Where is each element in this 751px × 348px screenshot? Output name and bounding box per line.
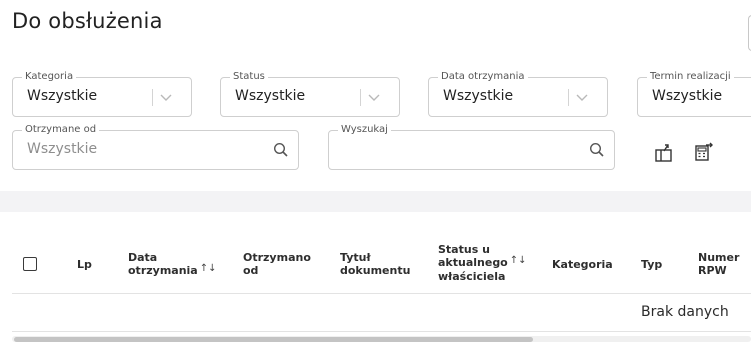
empty-state-text: Brak danych	[641, 304, 729, 320]
sort-icon[interactable]: ↑↓	[510, 255, 527, 266]
wyszukaj-field[interactable]: Wyszukaj	[328, 123, 615, 170]
chevron-down-icon[interactable]	[157, 88, 175, 106]
search-icon[interactable]	[588, 141, 606, 159]
col-lp[interactable]: Lp	[77, 258, 92, 271]
col-typ-label: Typ	[641, 258, 663, 271]
search-icon[interactable]	[272, 141, 290, 159]
wyszukaj-label: Wyszukaj	[338, 123, 391, 137]
termin-realizacji-label: Termin realizacji	[647, 70, 734, 84]
col-data-otrzymania-label: otrzymania	[128, 264, 198, 277]
col-data-otrzymania[interactable]: Data otrzymania ↑↓	[128, 251, 217, 278]
chevron-down-icon[interactable]	[365, 88, 383, 106]
otrzymane-od-placeholder: Wszystkie	[27, 141, 98, 157]
col-lp-label: Lp	[77, 258, 92, 271]
status-value: Wszystkie	[235, 88, 306, 104]
col-tytul-dokumentu[interactable]: Tytuł dokumentu	[340, 251, 410, 277]
col-typ[interactable]: Typ	[641, 258, 662, 271]
status-label: Status	[230, 70, 268, 84]
col-kategoria-label: Kategoria	[552, 258, 613, 271]
chevron-down-icon[interactable]	[573, 88, 591, 106]
select-separator	[152, 89, 153, 106]
otrzymane-od-label: Otrzymane od	[22, 123, 100, 137]
col-numer-line2: RPW	[698, 264, 727, 277]
col-otrzymano-od-line1: Otrzymano	[243, 251, 311, 264]
header-divider	[12, 293, 751, 294]
kategoria-value: Wszystkie	[27, 88, 98, 104]
kategoria-label: Kategoria	[22, 70, 77, 84]
col-status-label: aktualnego	[438, 256, 508, 269]
sort-icon[interactable]: ↑↓	[200, 263, 217, 274]
section-divider	[0, 191, 751, 212]
termin-realizacji-value: Wszystkie	[652, 88, 723, 104]
status-select[interactable]: Status Wszystkie	[220, 70, 400, 117]
scrollbar-thumb[interactable]	[14, 337, 533, 342]
col-otrzymano-od[interactable]: Otrzymano od	[243, 251, 311, 277]
select-separator	[360, 89, 361, 106]
data-otrzymania-select[interactable]: Data otrzymania Wszystkie	[428, 70, 608, 117]
kategoria-select[interactable]: Kategoria Wszystkie	[12, 70, 192, 117]
col-status-line2: aktualnego ↑↓	[438, 255, 527, 270]
col-kategoria[interactable]: Kategoria	[552, 258, 613, 271]
data-otrzymania-label: Data otrzymania	[438, 70, 528, 84]
row-divider	[12, 331, 751, 332]
col-tytul-line2: dokumentu	[340, 264, 411, 277]
export-icon[interactable]	[652, 141, 676, 165]
col-otrzymano-od-line2: od	[243, 264, 259, 277]
termin-realizacji-select[interactable]: Termin realizacji Wszystkie	[637, 70, 751, 117]
select-all-checkbox[interactable]	[23, 257, 37, 271]
col-status-wlasciciela[interactable]: Status u aktualnego ↑↓ właściciela	[438, 243, 527, 283]
otrzymane-od-field[interactable]: Otrzymane od Wszystkie	[12, 123, 299, 170]
col-status-line3: właściciela	[438, 270, 506, 283]
col-numer-line1: Numer	[698, 251, 740, 264]
data-otrzymania-value: Wszystkie	[443, 88, 514, 104]
calculator-export-icon[interactable]	[692, 140, 716, 164]
col-numer-rpw[interactable]: Numer RPW	[698, 251, 739, 277]
col-tytul-line1: Tytuł	[340, 251, 371, 264]
select-separator	[568, 89, 569, 106]
page-title: Do obsłużenia	[12, 9, 163, 33]
col-data-otrzymania-line2: otrzymania ↑↓	[128, 263, 217, 278]
